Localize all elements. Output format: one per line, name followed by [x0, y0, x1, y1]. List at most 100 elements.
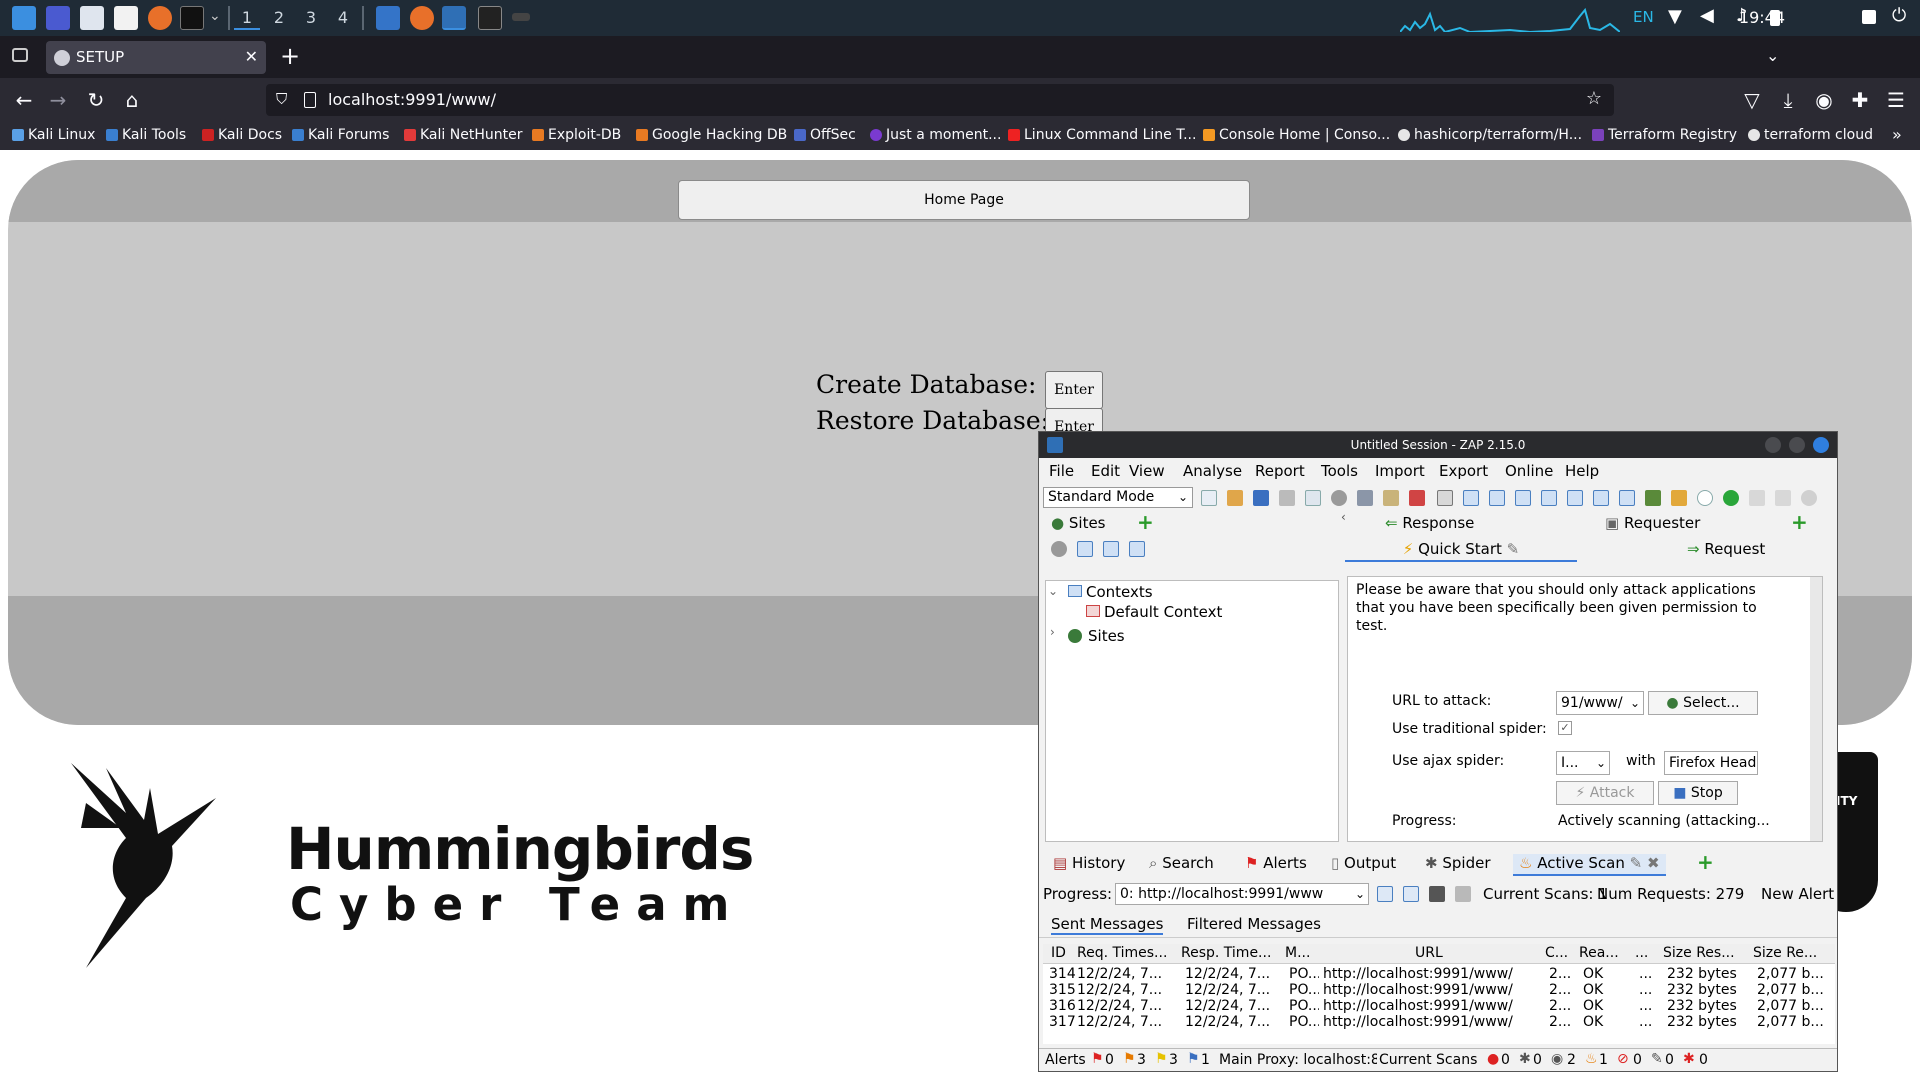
zap-window-icon[interactable]	[442, 6, 466, 30]
drop-icon[interactable]	[1801, 490, 1817, 506]
scan-details-icon[interactable]	[1429, 886, 1445, 902]
tab-alerts[interactable]: ⚑ Alerts	[1245, 854, 1307, 872]
kali-menu-icon[interactable]	[12, 6, 36, 30]
layout-tabs-top-icon[interactable]	[1515, 490, 1531, 506]
bookmark-kali-nethunter[interactable]: Kali NetHunter	[404, 127, 522, 143]
close-tab-icon[interactable]: ✕	[245, 47, 258, 66]
volume-icon[interactable]: ◀	[1700, 5, 1714, 26]
tab-spider[interactable]: ✱ Spider	[1425, 854, 1491, 872]
page-info-icon[interactable]	[304, 92, 316, 108]
session-properties-icon[interactable]	[1305, 490, 1321, 506]
tree-contexts[interactable]: Contexts	[1086, 583, 1153, 601]
workspace-2[interactable]: 2	[266, 6, 292, 30]
minimized-window-icon[interactable]	[512, 13, 530, 21]
tab-history[interactable]: ▤ History	[1053, 854, 1125, 872]
bookmark-kali-tools[interactable]: Kali Tools	[106, 127, 186, 143]
scan-progress-select[interactable]: 0: http://localhost:9991/www ⌄	[1115, 883, 1369, 905]
table-row[interactable]: 314 12/2/24, 7... 12/2/24, 7... PO... http:/…	[1047, 966, 1831, 982]
window-app-icon[interactable]	[376, 6, 400, 30]
header-url[interactable]: URL	[1415, 945, 1475, 961]
url-to-attack-input[interactable]: 91/www/⌄	[1556, 691, 1644, 715]
snapshot-icon[interactable]	[1279, 490, 1295, 506]
delete-icon[interactable]	[1409, 490, 1425, 506]
layout-full-icon[interactable]	[1437, 490, 1453, 506]
stop-button[interactable]: ■ Stop	[1658, 781, 1738, 805]
traditional-spider-checkbox[interactable]: ✓	[1558, 721, 1572, 735]
header-size-resp-header[interactable]: Size Res...	[1663, 945, 1749, 961]
workspace-4[interactable]: 4	[330, 6, 356, 30]
scrollbar[interactable]	[1810, 577, 1822, 841]
close-window-button[interactable]	[1813, 437, 1829, 453]
menu-report[interactable]: Report	[1255, 462, 1305, 480]
tree-default-context[interactable]: Default Context	[1104, 603, 1222, 621]
header-rtt[interactable]: ...	[1635, 945, 1655, 961]
tab-search[interactable]: ⌕ Search	[1149, 854, 1214, 872]
lock-screen-icon[interactable]	[1862, 10, 1876, 24]
pause-scan-icon[interactable]	[1377, 886, 1393, 902]
list-all-tabs-icon[interactable]: ⌄	[1766, 46, 1779, 65]
maximize-button[interactable]	[1789, 437, 1805, 453]
firefox-window-icon[interactable]	[410, 6, 434, 30]
bookmark-kali-linux[interactable]: Kali Linux	[12, 127, 95, 143]
add-tab-icon[interactable]: +	[1791, 510, 1808, 534]
terminal-icon[interactable]	[180, 6, 204, 30]
account-icon[interactable]: ◉	[1812, 88, 1836, 112]
table-row[interactable]: 315 12/2/24, 7... 12/2/24, 7... PO... http:/…	[1047, 982, 1831, 998]
firefox-icon[interactable]	[148, 6, 172, 30]
collapse-icon[interactable]	[1619, 490, 1635, 506]
tab-setup[interactable]: SETUP ✕	[46, 41, 266, 74]
bookmark-kali-forums[interactable]: Kali Forums	[292, 127, 389, 143]
text-editor-icon[interactable]	[114, 6, 138, 30]
tree-sites[interactable]: Sites	[1088, 627, 1125, 645]
menu-file[interactable]: File	[1049, 462, 1074, 480]
export-context-icon[interactable]	[1129, 541, 1145, 557]
tab-request[interactable]: ⇒ Request	[1687, 540, 1765, 558]
extensions-icon[interactable]: ✚	[1848, 88, 1872, 112]
menu-edit[interactable]: Edit	[1091, 462, 1120, 480]
edit-icon[interactable]	[1383, 490, 1399, 506]
language-indicator[interactable]: EN	[1633, 8, 1654, 26]
broom-icon[interactable]	[1455, 886, 1471, 902]
tab-filtered-messages[interactable]: Filtered Messages	[1187, 915, 1321, 933]
bookmark-offsec[interactable]: OffSec	[794, 127, 856, 143]
table-row[interactable]: 316 12/2/24, 7... 12/2/24, 7... PO... http:/…	[1047, 998, 1831, 1014]
save-session-icon[interactable]	[1253, 490, 1269, 506]
expand-info-icon[interactable]	[1593, 490, 1609, 506]
header-req-timestamp[interactable]: Req. Times...	[1077, 945, 1177, 961]
chevron-down-icon[interactable]: ⌄	[209, 8, 221, 24]
step-icon[interactable]	[1749, 490, 1765, 506]
wifi-icon[interactable]: ▼	[1668, 6, 1682, 27]
header-reason[interactable]: Rea...	[1579, 945, 1629, 961]
continue-icon[interactable]	[1775, 490, 1791, 506]
shield-icon[interactable]: ⛉	[276, 90, 287, 108]
header-id[interactable]: ID	[1051, 945, 1075, 961]
add-bottom-tab-icon[interactable]: +	[1697, 850, 1714, 874]
browser-select[interactable]: Firefox Headle:	[1664, 751, 1758, 775]
minimize-button[interactable]	[1765, 437, 1781, 453]
files-icon[interactable]	[80, 6, 104, 30]
url-text[interactable]: localhost:9991/www/	[328, 90, 496, 109]
bookmark-hashicorp-terraform[interactable]: hashicorp/terraform/H...	[1398, 127, 1582, 143]
desktop-icon[interactable]	[46, 6, 70, 30]
header-size-resp-body[interactable]: Size Re...	[1753, 945, 1827, 961]
mode-select[interactable]: Standard Mode ⌄	[1043, 487, 1193, 508]
more-bookmarks-icon[interactable]: »	[1892, 125, 1902, 144]
url-bar[interactable]: ⛉ localhost:9991/www/ ☆	[266, 84, 1614, 116]
add-on-manager-icon[interactable]	[1645, 490, 1661, 506]
manage-addons-icon[interactable]	[1671, 490, 1687, 506]
new-tab-button[interactable]: +	[280, 42, 300, 70]
header-code[interactable]: C...	[1545, 945, 1575, 961]
back-button[interactable]: ←	[12, 88, 36, 112]
terminal-window-icon[interactable]	[478, 6, 502, 30]
tab-overview-icon[interactable]	[12, 48, 28, 62]
home-icon[interactable]: ⌂	[120, 88, 144, 112]
show-tab-names-icon[interactable]	[1541, 490, 1557, 506]
import-context-icon[interactable]	[1103, 541, 1119, 557]
break-on-all-requests-icon[interactable]	[1723, 490, 1739, 506]
clock[interactable]: 19:44	[1739, 8, 1785, 27]
scan-policy-icon[interactable]	[1357, 490, 1373, 506]
bookmark-console-home[interactable]: Console Home | Conso...	[1203, 127, 1390, 143]
header-resp-timestamp[interactable]: Resp. Time...	[1181, 945, 1281, 961]
hud-lightbulb-icon[interactable]	[1697, 490, 1713, 506]
create-database-enter-button[interactable]: Enter	[1045, 371, 1103, 409]
